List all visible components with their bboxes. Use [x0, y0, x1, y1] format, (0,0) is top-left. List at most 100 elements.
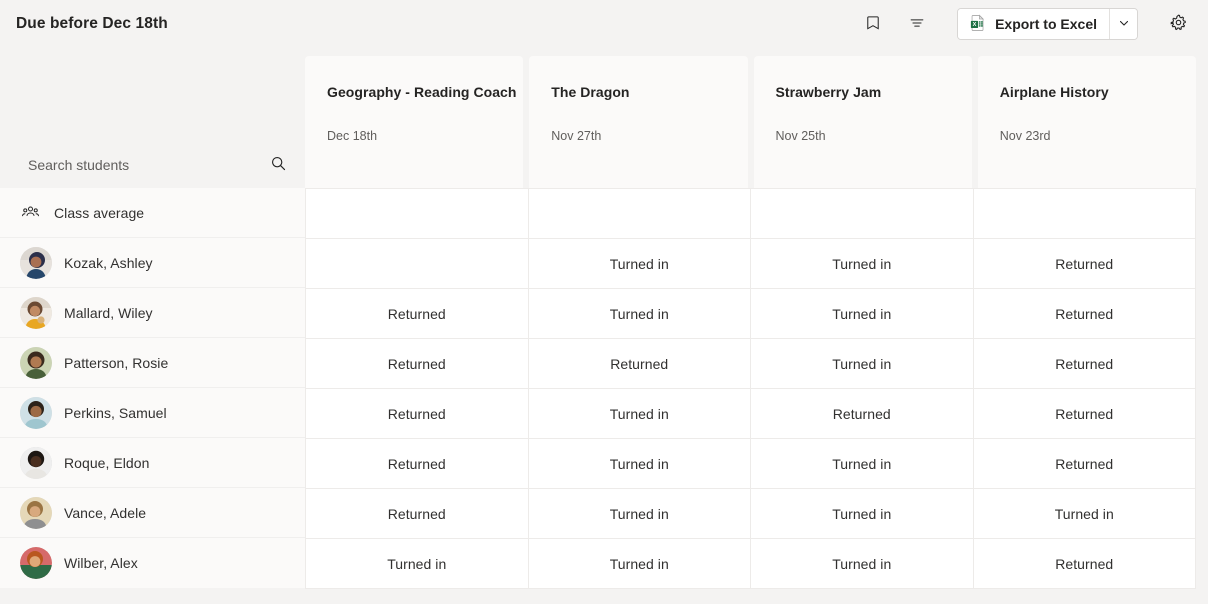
student-row[interactable]: Wilber, Alex	[0, 538, 305, 588]
status-cell[interactable]: Turned in	[751, 489, 974, 539]
student-row[interactable]: Roque, Eldon	[0, 438, 305, 488]
status-cell[interactable]: Returned	[529, 339, 752, 389]
status-cell[interactable]: Turned in	[751, 539, 974, 589]
svg-text:X: X	[973, 22, 977, 28]
status-cell[interactable]: Turned in	[751, 239, 974, 289]
assignment-due-date: Nov 27th	[551, 129, 747, 143]
status-cell[interactable]: Turned in	[529, 289, 752, 339]
status-cell[interactable]: Returned	[974, 239, 1197, 289]
status-cell[interactable]: Turned in	[529, 489, 752, 539]
student-name: Wilber, Alex	[64, 555, 138, 571]
grade-row: Returned Turned in Turned in Returned	[306, 439, 1196, 489]
status-cell[interactable]: Returned	[974, 389, 1197, 439]
avatar	[20, 547, 52, 579]
class-average-label: Class average	[54, 205, 144, 221]
export-options-dropdown-button[interactable]	[1109, 9, 1137, 39]
avatar	[20, 247, 52, 279]
assignment-title: Geography - Reading Coach	[327, 83, 523, 101]
status-cell[interactable]: Turned in	[529, 439, 752, 489]
sort-filter-icon	[908, 14, 926, 35]
status-cell[interactable]: Returned	[306, 339, 529, 389]
status-cell[interactable]: Turned in	[529, 239, 752, 289]
student-name: Mallard, Wiley	[64, 305, 153, 321]
search-row	[0, 48, 305, 188]
assignment-column-header[interactable]: The Dragon Nov 27th	[529, 56, 747, 188]
student-row[interactable]: Vance, Adele	[0, 488, 305, 538]
avatar	[20, 297, 52, 329]
class-average-cell	[974, 189, 1197, 239]
assignment-title: The Dragon	[551, 83, 747, 101]
status-cell[interactable]: Returned	[306, 489, 529, 539]
grade-grid-body: Turned in Turned in Returned Returned Tu…	[305, 188, 1196, 589]
export-to-excel-group: X Export to Excel	[957, 8, 1138, 40]
student-row[interactable]: Perkins, Samuel	[0, 388, 305, 438]
avatar	[20, 397, 52, 429]
status-cell[interactable]: Turned in	[751, 339, 974, 389]
excel-file-icon: X	[969, 14, 987, 35]
search-icon	[270, 155, 287, 175]
class-average-row[interactable]: Class average	[0, 188, 305, 238]
status-cell[interactable]: Returned	[306, 439, 529, 489]
grade-row: Returned Turned in Returned Returned	[306, 389, 1196, 439]
class-average-cell	[529, 189, 752, 239]
class-average-cell	[751, 189, 974, 239]
assignment-due-date: Dec 18th	[327, 129, 523, 143]
status-cell[interactable]: Returned	[751, 389, 974, 439]
gear-icon	[1169, 13, 1188, 35]
people-group-icon	[20, 203, 40, 223]
student-name: Roque, Eldon	[64, 455, 149, 471]
assignment-column-headers: Geography - Reading Coach Dec 18th The D…	[305, 48, 1196, 188]
status-cell[interactable]: Returned	[974, 439, 1197, 489]
grade-row: Returned Turned in Turned in Turned in	[306, 489, 1196, 539]
assignment-column-header[interactable]: Strawberry Jam Nov 25th	[754, 56, 972, 188]
bookmark-button[interactable]	[857, 8, 889, 40]
status-cell[interactable]: Turned in	[529, 539, 752, 589]
avatar	[20, 497, 52, 529]
student-name: Patterson, Rosie	[64, 355, 168, 371]
status-cell[interactable]: Turned in	[974, 489, 1197, 539]
page-title: Due before Dec 18th	[16, 15, 168, 33]
student-name: Vance, Adele	[64, 505, 146, 521]
assignment-column-header[interactable]: Geography - Reading Coach Dec 18th	[305, 56, 523, 188]
status-cell[interactable]: Turned in	[529, 389, 752, 439]
chevron-down-icon	[1118, 17, 1130, 32]
status-cell[interactable]: Turned in	[751, 289, 974, 339]
top-toolbar: Due before Dec 18th	[0, 0, 1208, 48]
status-cell[interactable]: Returned	[974, 539, 1197, 589]
bookmark-icon	[864, 14, 882, 35]
assignment-due-date: Nov 23rd	[1000, 129, 1196, 143]
assignment-column-header[interactable]: Airplane History Nov 23rd	[978, 56, 1196, 188]
filter-sort-button[interactable]	[901, 8, 933, 40]
student-name: Kozak, Ashley	[64, 255, 153, 271]
grade-row: Turned in Turned in Turned in Returned	[306, 539, 1196, 589]
toolbar-actions: X Export to Excel	[857, 8, 1194, 40]
assignment-grid-pane: Geography - Reading Coach Dec 18th The D…	[305, 48, 1196, 589]
class-average-cell	[306, 189, 529, 239]
search-button[interactable]	[269, 156, 287, 174]
search-input[interactable]	[28, 157, 261, 173]
avatar	[20, 347, 52, 379]
student-row[interactable]: Patterson, Rosie	[0, 338, 305, 388]
status-cell[interactable]: Returned	[306, 289, 529, 339]
status-cell[interactable]: Turned in	[751, 439, 974, 489]
assignment-title: Airplane History	[1000, 83, 1196, 101]
status-cell[interactable]: Returned	[974, 339, 1197, 389]
gradebook-layout: Class average Kozak, Ashley	[0, 48, 1196, 589]
student-list-pane: Class average Kozak, Ashley	[0, 48, 305, 588]
search-field	[28, 156, 287, 174]
student-name: Perkins, Samuel	[64, 405, 167, 421]
student-row[interactable]: Mallard, Wiley	[0, 288, 305, 338]
class-average-grid-row	[306, 189, 1196, 239]
export-to-excel-label: Export to Excel	[995, 16, 1097, 32]
assignment-title: Strawberry Jam	[776, 83, 972, 101]
student-row[interactable]: Kozak, Ashley	[0, 238, 305, 288]
status-cell[interactable]: Returned	[974, 289, 1197, 339]
status-cell[interactable]	[306, 239, 529, 289]
settings-button[interactable]	[1162, 8, 1194, 40]
grade-row: Returned Returned Turned in Returned	[306, 339, 1196, 389]
export-to-excel-button[interactable]: X Export to Excel	[958, 9, 1109, 39]
status-cell[interactable]: Returned	[306, 389, 529, 439]
gradebook-main: Class average Kozak, Ashley	[0, 48, 1208, 604]
status-cell[interactable]: Turned in	[306, 539, 529, 589]
avatar	[20, 447, 52, 479]
